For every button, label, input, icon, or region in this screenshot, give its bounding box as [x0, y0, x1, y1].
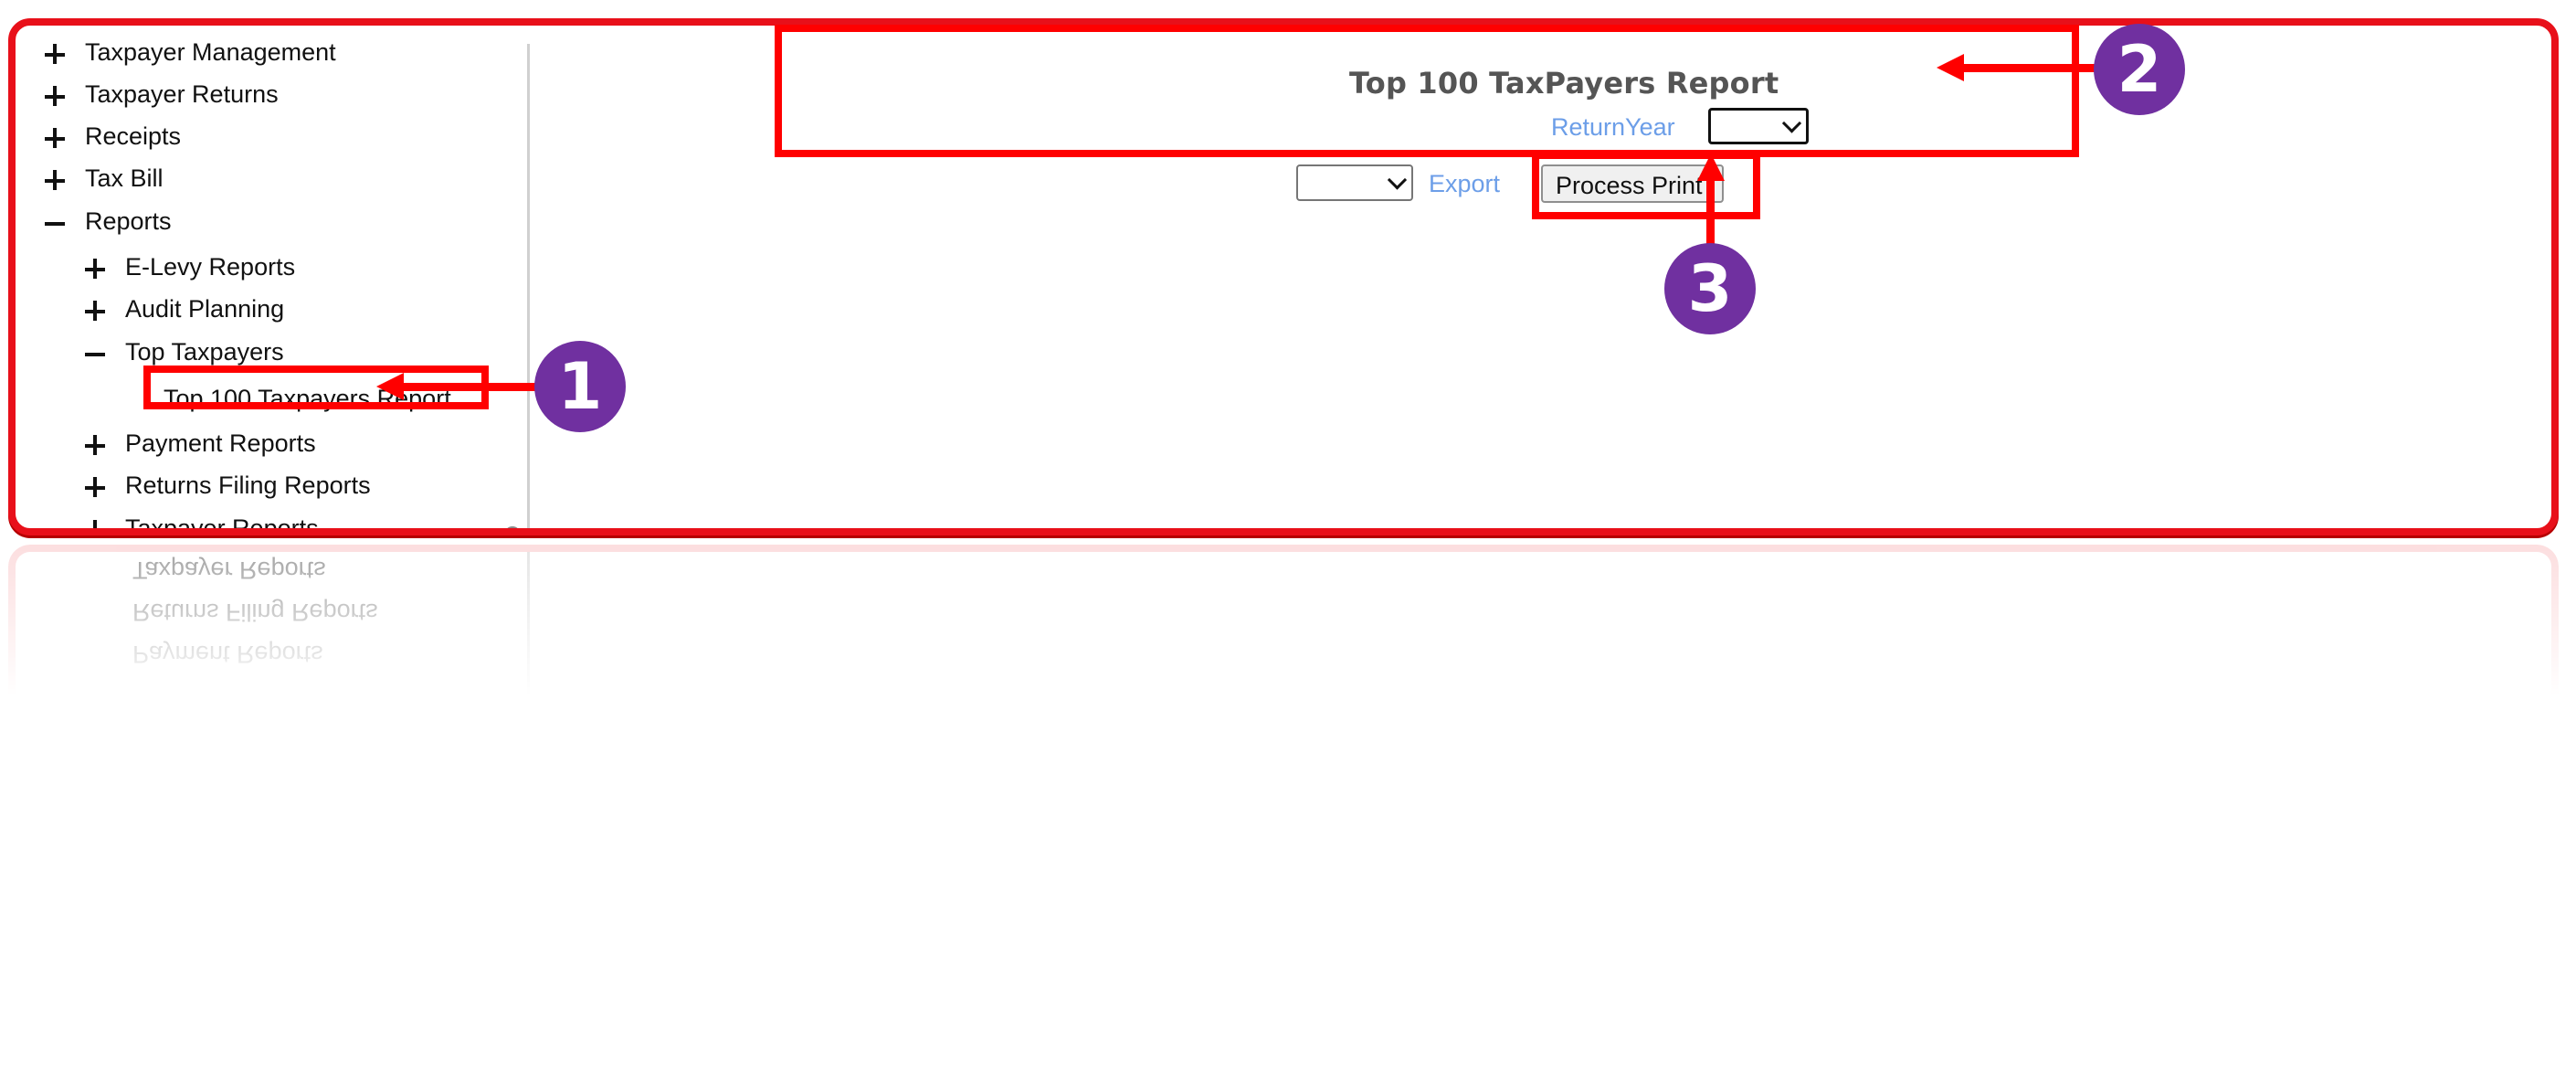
reflection-text: Payment Reports — [132, 641, 323, 668]
tree-item-taxpayer-reports[interactable]: Taxpayer Reports — [125, 514, 319, 528]
annotation-box-3 — [1532, 152, 1760, 219]
tree-item-top-taxpayers[interactable]: Top Taxpayers — [125, 338, 284, 366]
plus-icon[interactable] — [84, 258, 108, 281]
sidebar-scrollbar-thumb[interactable] — [504, 526, 521, 528]
sidebar-divider — [527, 44, 530, 528]
reflection-text: Taxpayer Reports — [132, 556, 326, 584]
annotation-box-2 — [775, 25, 2079, 157]
tree-item-audit-planning[interactable]: Audit Planning — [125, 295, 284, 323]
arrow-head-up-icon — [1697, 154, 1725, 181]
minus-icon[interactable] — [84, 343, 108, 366]
tree-item-payment-reports[interactable]: Payment Reports — [125, 429, 316, 458]
export-link[interactable]: Export — [1429, 170, 1500, 198]
plus-icon[interactable] — [84, 519, 108, 528]
reflection-effect: Taxpayer Reports Returns Filing Reports … — [8, 545, 2559, 696]
annotation-badge-3: 3 — [1664, 243, 1756, 334]
export-format-select[interactable] — [1296, 164, 1413, 201]
tree-item-returns-filing-reports[interactable]: Returns Filing Reports — [125, 472, 371, 500]
plus-icon[interactable] — [44, 169, 68, 193]
plus-icon[interactable] — [44, 43, 68, 67]
annotation-badge-1: 1 — [534, 341, 626, 432]
annotation-arrow-2 — [1964, 64, 2096, 72]
minus-icon[interactable] — [44, 212, 68, 236]
annotation-badge-2: 2 — [2094, 24, 2185, 115]
tree-item-reports[interactable]: Reports — [85, 207, 172, 236]
tree-item-tax-bill[interactable]: Tax Bill — [85, 164, 164, 193]
tree-item-receipts[interactable]: Receipts — [85, 122, 181, 151]
chevron-down-icon — [1387, 170, 1408, 190]
navigation-tree: Taxpayer Management Taxpayer Returns Rec… — [16, 26, 527, 528]
plus-icon[interactable] — [44, 85, 68, 109]
plus-icon[interactable] — [44, 127, 68, 151]
arrow-head-left-icon — [376, 373, 404, 400]
arrow-head-left-icon — [1937, 54, 1964, 81]
reflection-text: Returns Filing Reports — [132, 599, 378, 626]
tree-item-e-levy-reports[interactable]: E-Levy Reports — [125, 253, 295, 281]
plus-icon[interactable] — [84, 300, 108, 323]
plus-icon[interactable] — [84, 434, 108, 458]
annotation-arrow-1 — [402, 383, 537, 391]
tree-item-taxpayer-returns[interactable]: Taxpayer Returns — [85, 80, 279, 109]
tree-item-taxpayer-management[interactable]: Taxpayer Management — [85, 38, 336, 67]
plus-icon[interactable] — [84, 476, 108, 500]
